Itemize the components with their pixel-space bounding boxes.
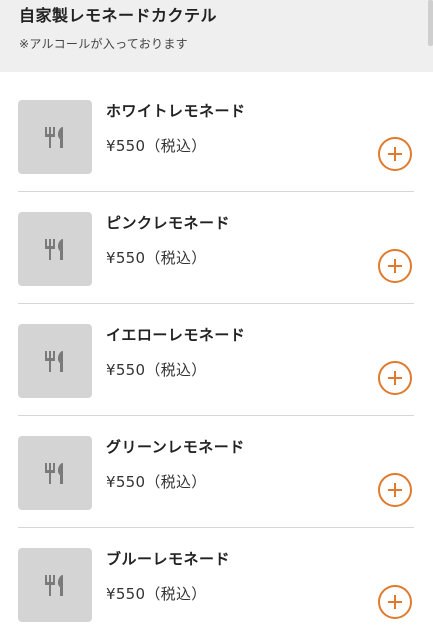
menu-item[interactable]: ホワイトレモネード ¥550（税込） — [0, 80, 433, 192]
add-button[interactable] — [378, 361, 412, 395]
item-price: ¥550（税込） — [106, 249, 207, 267]
menu-item[interactable]: イエローレモネード ¥550（税込） — [0, 304, 433, 416]
fork-knife-icon — [45, 239, 63, 260]
item-price: ¥550（税込） — [106, 473, 207, 491]
placeholder-image — [18, 548, 92, 622]
item-name: ピンクレモネード — [106, 214, 231, 232]
placeholder-image — [18, 436, 92, 510]
item-name: イエローレモネード — [106, 326, 246, 344]
fork-knife-icon — [45, 463, 63, 484]
placeholder-image — [18, 100, 92, 174]
plus-icon — [388, 371, 402, 385]
add-button[interactable] — [378, 585, 412, 619]
category-title: 自家製レモネードカクテル — [19, 6, 218, 25]
fork-knife-icon — [45, 351, 63, 372]
placeholder-image — [18, 324, 92, 398]
fork-knife-icon — [45, 575, 63, 596]
plus-icon — [388, 259, 402, 273]
menu-item[interactable]: ピンクレモネード ¥550（税込） — [0, 192, 433, 304]
scroll-indicator[interactable] — [428, 0, 433, 46]
item-name: ホワイトレモネード — [106, 102, 246, 120]
placeholder-image — [18, 212, 92, 286]
menu-item[interactable]: グリーンレモネード ¥550（税込） — [0, 416, 433, 528]
alcohol-note: ※アルコールが入っております — [19, 37, 188, 51]
menu-list: ホワイトレモネード ¥550（税込） ピンクレモネード ¥550（税込） イエロ… — [0, 80, 433, 640]
item-price: ¥550（税込） — [106, 361, 207, 379]
plus-icon — [388, 147, 402, 161]
menu-item[interactable]: ブルーレモネード ¥550（税込） — [0, 528, 433, 640]
fork-knife-icon — [45, 127, 63, 148]
category-header: 自家製レモネードカクテル ※アルコールが入っております — [0, 0, 433, 72]
item-price: ¥550（税込） — [106, 585, 207, 603]
plus-icon — [388, 595, 402, 609]
add-button[interactable] — [378, 249, 412, 283]
item-price: ¥550（税込） — [106, 137, 207, 155]
plus-icon — [388, 483, 402, 497]
add-button[interactable] — [378, 473, 412, 507]
add-button[interactable] — [378, 137, 412, 171]
item-name: グリーンレモネード — [106, 438, 245, 456]
item-name: ブルーレモネード — [106, 550, 231, 568]
